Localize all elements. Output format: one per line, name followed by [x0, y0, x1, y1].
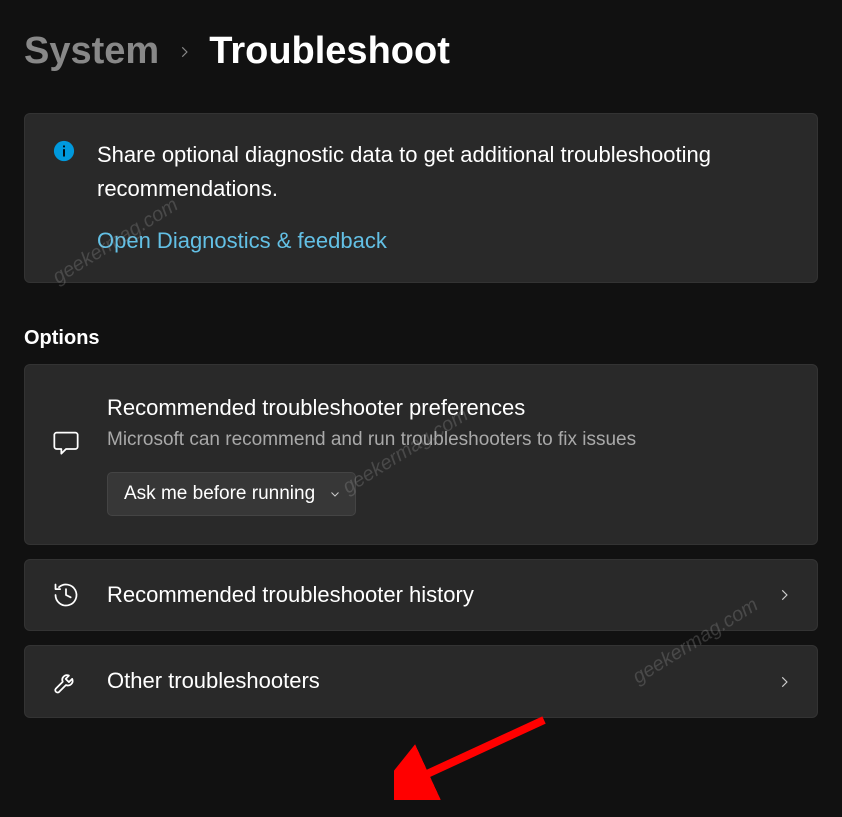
recommended-preferences-title: Recommended troubleshooter preferences — [107, 393, 791, 424]
breadcrumb-parent-link[interactable]: System — [24, 30, 159, 73]
history-icon — [51, 580, 81, 610]
chevron-right-icon — [177, 45, 191, 59]
preference-mode-dropdown[interactable]: Ask me before running — [107, 472, 356, 516]
diagnostic-info-card: Share optional diagnostic data to get ad… — [24, 113, 818, 283]
chat-bubble-icon — [51, 427, 81, 457]
open-diagnostics-feedback-link[interactable]: Open Diagnostics & feedback — [97, 228, 387, 254]
chevron-right-icon — [777, 588, 791, 602]
chevron-right-icon — [777, 675, 791, 689]
options-section-heading: Options — [24, 327, 818, 350]
other-troubleshooters-title: Other troubleshooters — [107, 666, 751, 697]
info-icon — [53, 138, 75, 254]
recommended-preferences-subtitle: Microsoft can recommend and run troubles… — [107, 426, 791, 454]
page-title: Troubleshoot — [209, 30, 450, 73]
breadcrumb: System Troubleshoot — [24, 30, 818, 73]
annotation-arrow — [394, 710, 554, 800]
recommended-history-card[interactable]: Recommended troubleshooter history — [24, 559, 818, 632]
recommended-preferences-card: Recommended troubleshooter preferences M… — [24, 364, 818, 544]
chevron-down-icon — [329, 488, 341, 500]
recommended-history-title: Recommended troubleshooter history — [107, 580, 751, 611]
other-troubleshooters-card[interactable]: Other troubleshooters — [24, 645, 818, 718]
wrench-icon — [51, 667, 81, 697]
diagnostic-info-text: Share optional diagnostic data to get ad… — [97, 138, 789, 206]
preference-mode-dropdown-value: Ask me before running — [124, 483, 315, 505]
